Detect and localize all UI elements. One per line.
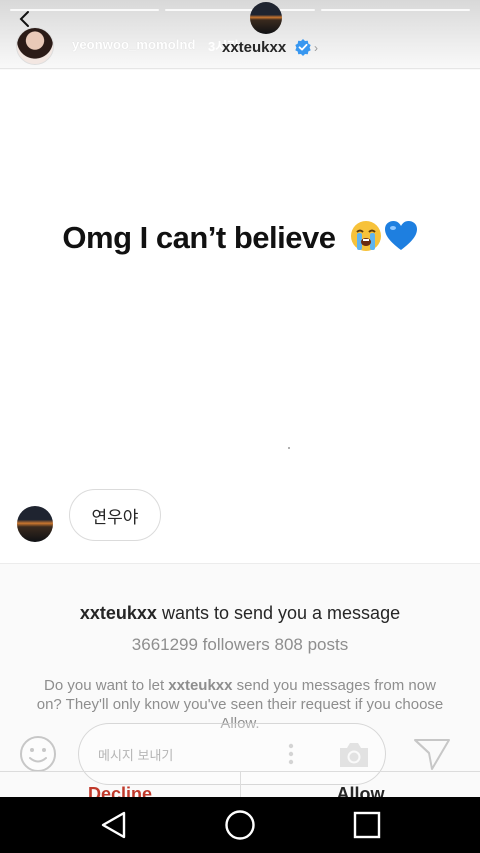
- nav-home-icon[interactable]: [224, 809, 256, 841]
- decline-label[interactable]: Decline: [0, 772, 240, 798]
- header-divider: [0, 68, 480, 69]
- more-vertical-icon[interactable]: [286, 742, 296, 766]
- allow-button[interactable]: Allow: [241, 772, 480, 798]
- message-text: 연우야: [91, 507, 139, 527]
- request-title: xxteukxx wants to send you a message: [0, 603, 480, 624]
- camera-icon[interactable]: [336, 740, 372, 770]
- story-author-avatar[interactable]: [16, 27, 54, 65]
- loudly-crying-face-emoji: [350, 221, 381, 251]
- composer-placeholder[interactable]: 메시지 보내기: [98, 745, 173, 764]
- request-desc-prefix: Do you want to let: [44, 677, 169, 694]
- allow-label[interactable]: Allow: [241, 772, 480, 798]
- chevron-right-icon: ›: [314, 41, 318, 55]
- request-username: xxteukxx: [79, 603, 157, 623]
- request-stats: 3661299 followers 808 posts: [131, 635, 349, 654]
- progress-segment: [165, 9, 315, 11]
- nav-recent-icon[interactable]: [352, 810, 382, 840]
- sender-avatar[interactable]: [17, 506, 53, 542]
- story-caption-text: Omg I can’t believe: [62, 220, 336, 255]
- thread-avatar[interactable]: [250, 2, 282, 34]
- story-author-username[interactable]: yeonwoo_momolnd: [72, 37, 196, 52]
- blue-heart-emoji: [384, 221, 417, 250]
- message-bubble: 연우야: [69, 489, 161, 541]
- story-caption: Omg I can’t believe: [0, 220, 480, 256]
- emoji-face-icon[interactable]: [18, 734, 58, 774]
- decline-button[interactable]: Decline: [0, 772, 240, 798]
- thread-username[interactable]: xxteukxx: [222, 39, 286, 56]
- request-title-suffix: wants to send you a message: [156, 603, 401, 623]
- progress-segment: [320, 9, 470, 11]
- nav-back-icon[interactable]: [99, 810, 129, 840]
- request-desc-username: xxteukxx: [168, 677, 233, 694]
- verified-badge-icon: [295, 39, 311, 56]
- story-progress: [10, 9, 470, 11]
- decorative-dot: [288, 447, 290, 449]
- send-paper-plane-icon[interactable]: [412, 736, 452, 772]
